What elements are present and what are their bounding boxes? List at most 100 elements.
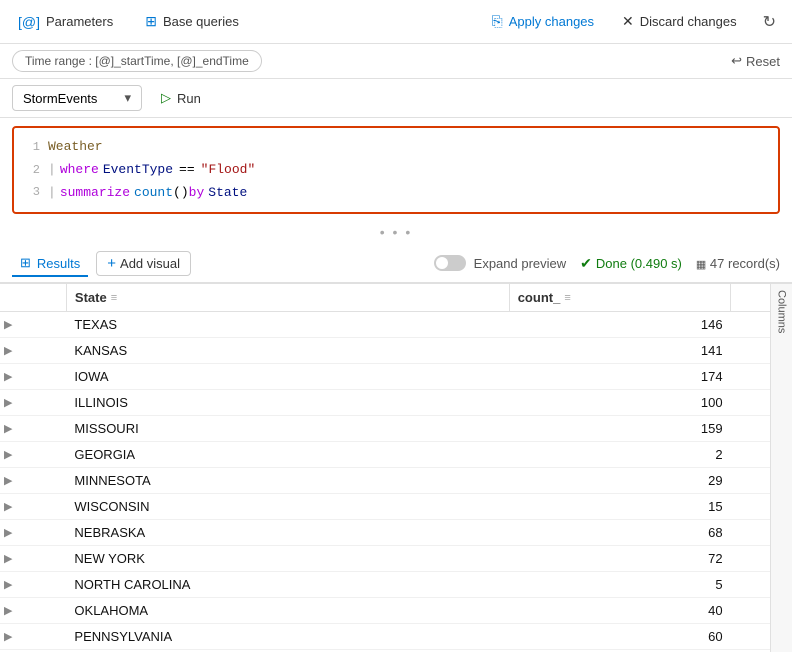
code-fn: count [134, 183, 173, 204]
code-by: by [189, 183, 205, 204]
refresh-icon[interactable]: ↻ [759, 8, 780, 36]
table-icon: ⊞ [20, 255, 31, 271]
cell-state: TEXAS [66, 312, 509, 338]
table-row[interactable]: ▶ NEW YORK 72 [0, 546, 792, 572]
done-status: ✔ Done (0.490 s) [580, 255, 682, 272]
cell-count: 72 [509, 546, 730, 572]
row-expander[interactable]: ▶ [0, 494, 66, 520]
main-layout: [@] Parameters ⊞ Base queries ⎘ Apply ch… [0, 0, 792, 652]
done-label: Done (0.490 s) [596, 256, 682, 271]
filter-icon-state[interactable]: ≡ [111, 292, 117, 304]
row-expander[interactable]: ▶ [0, 390, 66, 416]
cell-count: 29 [509, 468, 730, 494]
table-row[interactable]: ▶ MISSOURI 159 [0, 416, 792, 442]
row-expander[interactable]: ▶ [0, 520, 66, 546]
time-range-bar: Time range : [@]_startTime, [@]_endTime … [0, 44, 792, 79]
expand-preview-label: Expand preview [474, 256, 567, 271]
code-str: "Flood" [201, 160, 256, 181]
table-body: ▶ TEXAS 146 ▶ KANSAS 141 ▶ IOWA 174 ▶ IL… [0, 312, 792, 650]
table-row[interactable]: ▶ WISCONSIN 15 [0, 494, 792, 520]
reset-button[interactable]: ↩ Reset [731, 53, 780, 69]
toggle-thumb [436, 257, 448, 269]
code-field: EventType [103, 160, 173, 181]
records-count: ▦ 47 record(s) [696, 256, 780, 271]
cell-count: 2 [509, 442, 730, 468]
run-button[interactable]: ▷ Run [152, 85, 210, 111]
cell-state: GEORGIA [66, 442, 509, 468]
col-header-count[interactable]: count_ ≡ [509, 284, 730, 312]
row-expander[interactable]: ▶ [0, 364, 66, 390]
table-row[interactable]: ▶ NORTH CAROLINA 5 [0, 572, 792, 598]
row-expander[interactable]: ▶ [0, 468, 66, 494]
results-table: State ≡ count_ ≡ [0, 284, 792, 650]
drag-handle[interactable]: • • • [0, 222, 792, 244]
cell-state: NEBRASKA [66, 520, 509, 546]
table-header-row: State ≡ count_ ≡ [0, 284, 792, 312]
code-content-1: Weather [48, 137, 103, 158]
code-line-2: 2 | where EventType == "Flood" [14, 159, 778, 182]
expand-preview-toggle[interactable] [434, 255, 466, 271]
pipe-3: | [48, 183, 56, 204]
table-container[interactable]: State ≡ count_ ≡ [0, 284, 792, 652]
base-queries-tab[interactable]: ⊞ Base queries [139, 9, 245, 34]
row-expander[interactable]: ▶ [0, 338, 66, 364]
row-expander[interactable]: ▶ [0, 416, 66, 442]
results-right: Expand preview ✔ Done (0.490 s) ▦ 47 rec… [434, 255, 780, 272]
time-range-selector[interactable]: Time range : [@]_startTime, [@]_endTime [12, 50, 262, 72]
table-row[interactable]: ▶ NEBRASKA 68 [0, 520, 792, 546]
row-expander[interactable]: ▶ [0, 572, 66, 598]
row-expander[interactable]: ▶ [0, 312, 66, 338]
row-expander[interactable]: ▶ [0, 598, 66, 624]
parameters-tab[interactable]: [@] Parameters [12, 10, 119, 34]
row-expander[interactable]: ▶ [0, 546, 66, 572]
table-row[interactable]: ▶ OKLAHOMA 40 [0, 598, 792, 624]
columns-panel-label[interactable]: Columns [776, 290, 788, 333]
filter-icon-count[interactable]: ≡ [564, 292, 570, 304]
row-expander[interactable]: ▶ [0, 624, 66, 650]
reset-icon: ↩ [731, 53, 742, 69]
col-header-state[interactable]: State ≡ [66, 284, 509, 312]
table-row[interactable]: ▶ ILLINOIS 100 [0, 390, 792, 416]
x-icon: ✕ [622, 13, 634, 30]
cell-state: ILLINOIS [66, 390, 509, 416]
add-visual-button[interactable]: + Add visual [96, 251, 191, 276]
grid-icon: ⊞ [145, 13, 157, 30]
cell-count: 15 [509, 494, 730, 520]
table-row[interactable]: ▶ KANSAS 141 [0, 338, 792, 364]
count-col-label: count_ [518, 290, 561, 305]
results-tab[interactable]: ⊞ Results [12, 251, 88, 277]
database-selector[interactable]: StormEvents ▾ [12, 85, 142, 111]
cell-count: 174 [509, 364, 730, 390]
cell-state: OKLAHOMA [66, 598, 509, 624]
toolbar-right: ⎘ Apply changes ✕ Discard changes ↻ [486, 8, 780, 36]
plus-icon: + [107, 255, 116, 272]
apply-icon: ⎘ [492, 13, 503, 30]
cell-state: PENNSYLVANIA [66, 624, 509, 650]
cell-state: IOWA [66, 364, 509, 390]
cell-count: 60 [509, 624, 730, 650]
cell-state: WISCONSIN [66, 494, 509, 520]
chevron-down-icon: ▾ [124, 90, 131, 106]
table-row[interactable]: ▶ MINNESOTA 29 [0, 468, 792, 494]
code-by-field: State [208, 183, 247, 204]
results-toolbar: ⊞ Results + Add visual Expand preview ✔ … [0, 244, 792, 284]
cell-state: MINNESOTA [66, 468, 509, 494]
discard-changes-button[interactable]: ✕ Discard changes [616, 9, 743, 34]
code-operator: == [179, 160, 195, 181]
table-row[interactable]: ▶ IOWA 174 [0, 364, 792, 390]
table-row[interactable]: ▶ GEORGIA 2 [0, 442, 792, 468]
query-area: StormEvents ▾ ▷ Run [0, 79, 792, 118]
code-kw-where: where [60, 160, 99, 181]
table-row[interactable]: ▶ TEXAS 146 [0, 312, 792, 338]
apply-changes-button[interactable]: ⎘ Apply changes [486, 9, 600, 34]
code-kw-summarize: summarize [60, 183, 130, 204]
row-expander[interactable]: ▶ [0, 442, 66, 468]
code-line-3: 3 | summarize count () by State [14, 182, 778, 205]
cell-count: 100 [509, 390, 730, 416]
cell-count: 141 [509, 338, 730, 364]
code-line-1: 1 Weather [14, 136, 778, 159]
columns-panel[interactable]: Columns [770, 284, 792, 652]
cell-state: MISSOURI [66, 416, 509, 442]
table-row[interactable]: ▶ PENNSYLVANIA 60 [0, 624, 792, 650]
code-editor[interactable]: 1 Weather 2 | where EventType == "Flood"… [12, 126, 780, 214]
